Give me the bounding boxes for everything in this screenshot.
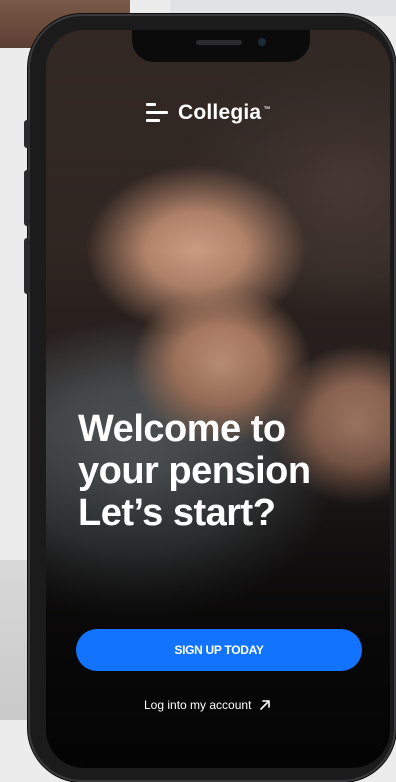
sign-up-button[interactable]: SIGN UP TODAY bbox=[76, 629, 362, 671]
arrow-up-right-icon bbox=[260, 700, 271, 710]
collegia-logo-icon bbox=[146, 103, 168, 123]
brand-name: Collegia bbox=[178, 101, 262, 124]
welcome-screen: Collegia ™ Welcome to your pension Let’s… bbox=[46, 30, 390, 768]
trademark-symbol: ™ bbox=[263, 105, 271, 113]
speaker-grille bbox=[196, 40, 242, 45]
welcome-headline: Welcome to your pension Let’s start? bbox=[78, 408, 378, 534]
front-camera bbox=[258, 38, 266, 46]
phone-volume-up-button bbox=[24, 170, 30, 226]
headline-line-1: Welcome to bbox=[78, 408, 286, 450]
headline-line-3: Let’s start? bbox=[78, 492, 276, 534]
login-link-label: Log into my account bbox=[144, 698, 252, 712]
brand-logo: Collegia ™ bbox=[146, 98, 270, 128]
phone-volume-down-button bbox=[24, 238, 30, 294]
phone-notch bbox=[132, 30, 310, 62]
login-link[interactable]: Log into my account bbox=[144, 698, 271, 712]
phone-mute-button bbox=[24, 120, 30, 148]
headline-line-2: your pension bbox=[78, 450, 311, 492]
